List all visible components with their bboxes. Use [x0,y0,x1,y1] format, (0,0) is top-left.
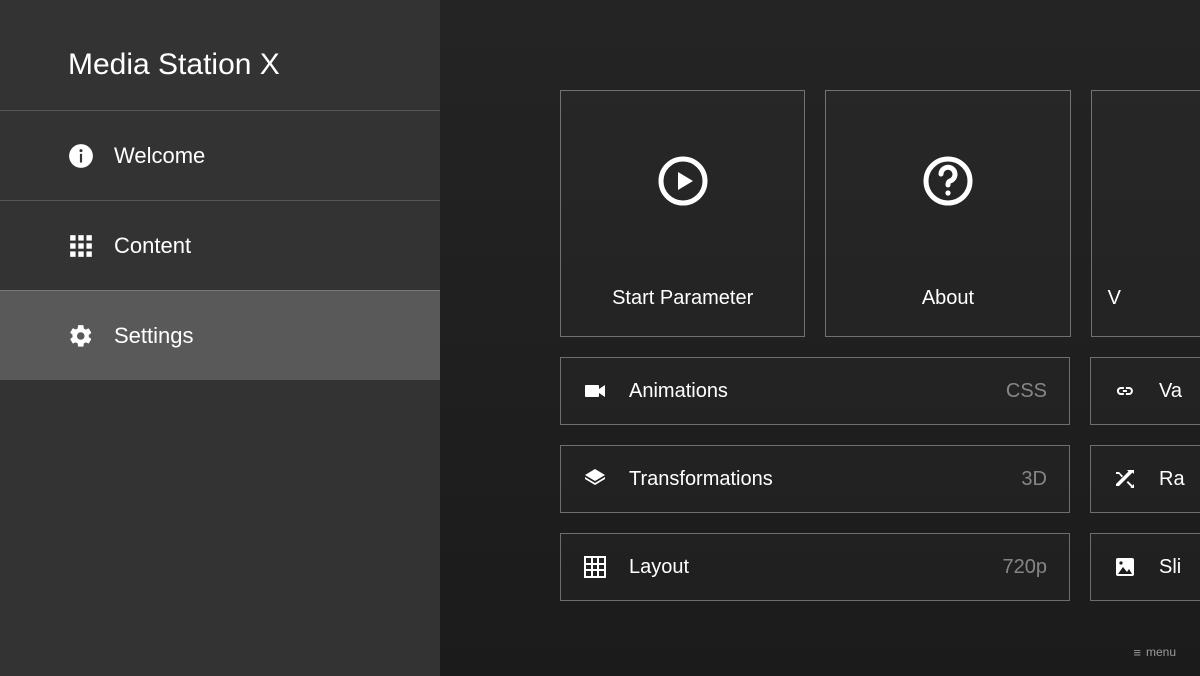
tile-row: Start Parameter About V [560,90,1200,337]
gear-icon [68,323,94,349]
row-label: Transformations [629,468,1021,491]
row-label: Animations [629,380,1006,403]
tile-label: Start Parameter [561,287,804,310]
layers-icon [583,467,607,491]
help-circle-icon [922,155,974,212]
row-side-image[interactable]: Sli [1090,533,1200,601]
row-layout[interactable]: Layout 720p [560,533,1070,601]
menu-hint[interactable]: ≡ menu [1133,645,1176,659]
main-panel: Start Parameter About V Animations [440,0,1200,676]
row-animations[interactable]: Animations CSS [560,357,1070,425]
sidebar-item-welcome[interactable]: Welcome [0,110,440,200]
menu-icon: ≡ [1133,646,1141,659]
row-side-label: Ra [1159,468,1185,491]
row-value: 720p [1003,556,1048,579]
row-side-shuffle[interactable]: Ra [1090,445,1200,513]
tile-start-parameter[interactable]: Start Parameter [560,90,805,337]
row-value: CSS [1006,380,1047,403]
row-label: Layout [629,556,1003,579]
apps-icon [68,233,94,259]
sidebar-item-settings[interactable]: Settings [0,290,440,380]
tile-partial[interactable]: V [1091,90,1200,337]
image-icon [1113,555,1137,579]
row-side-link[interactable]: Va [1090,357,1200,425]
tile-about[interactable]: About [825,90,1070,337]
row-transformations[interactable]: Transformations 3D [560,445,1070,513]
info-icon [68,143,94,169]
tile-label: V [1092,287,1200,310]
settings-rows: Animations CSS Va Transformations 3D [560,357,1200,601]
sidebar-item-label: Settings [114,323,194,349]
sidebar-item-label: Welcome [114,143,205,169]
sidebar-item-content[interactable]: Content [0,200,440,290]
sidebar: Media Station X Welcome Content Settings [0,0,440,676]
link-icon [1113,379,1137,403]
menu-hint-label: menu [1146,645,1176,659]
app-title: Media Station X [0,32,440,110]
video-icon [583,379,607,403]
row-side-label: Va [1159,380,1182,403]
tile-label: About [826,287,1069,310]
row-value: 3D [1021,468,1047,491]
grid-icon [583,555,607,579]
row-side-label: Sli [1159,556,1181,579]
shuffle-icon [1113,467,1137,491]
sidebar-item-label: Content [114,233,191,259]
play-circle-icon [657,155,709,212]
